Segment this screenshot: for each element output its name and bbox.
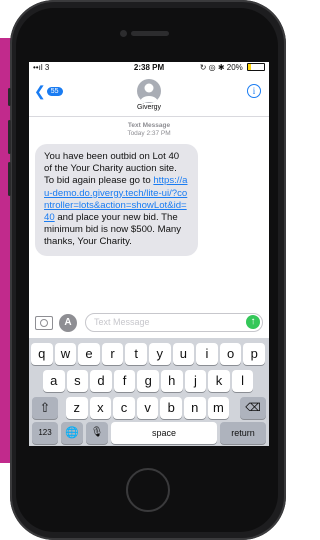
- contact-avatar[interactable]: [137, 79, 161, 103]
- message-composer: A Text Message ↑: [29, 312, 269, 334]
- key-q[interactable]: q: [31, 343, 53, 365]
- key-m[interactable]: m: [207, 397, 230, 419]
- keyboard-row-1: qwertyuiop: [29, 343, 269, 367]
- key-p[interactable]: p: [243, 343, 265, 365]
- key-e[interactable]: e: [78, 343, 100, 365]
- key-f[interactable]: f: [113, 370, 136, 392]
- unread-count-badge: 55: [46, 87, 63, 96]
- key-s[interactable]: s: [66, 370, 89, 392]
- status-indicators: ↻ ◎ ✱ 20%: [200, 63, 265, 72]
- person-icon: [140, 83, 158, 102]
- volume-down-button: [8, 162, 11, 196]
- back-button[interactable]: ❮ 55: [34, 83, 63, 100]
- return-key[interactable]: return: [220, 422, 266, 444]
- front-camera: [120, 30, 127, 37]
- appstore-icon[interactable]: A: [59, 314, 77, 332]
- info-icon[interactable]: i: [247, 84, 261, 98]
- numbers-key[interactable]: 123: [32, 422, 58, 444]
- conversation-header: ❮ 55 Givergy i: [29, 76, 269, 117]
- earpiece-speaker: [131, 31, 169, 36]
- key-u[interactable]: u: [172, 343, 195, 365]
- keyboard-row-4: 123 🌐 🎙 space return: [29, 422, 269, 446]
- home-button[interactable]: [126, 468, 170, 512]
- key-w[interactable]: w: [54, 343, 77, 365]
- key-t[interactable]: t: [125, 343, 147, 365]
- key-r[interactable]: r: [101, 343, 124, 365]
- key-d[interactable]: d: [90, 370, 112, 392]
- message-type-label: Text Message: [127, 122, 171, 129]
- battery-icon: [247, 63, 265, 71]
- key-i[interactable]: i: [196, 343, 218, 365]
- key-b[interactable]: b: [160, 397, 182, 419]
- status-indicator-text: ↻ ◎ ✱ 20%: [199, 63, 243, 72]
- key-y[interactable]: y: [149, 343, 171, 365]
- key-z[interactable]: z: [66, 397, 88, 419]
- key-o[interactable]: o: [219, 343, 242, 365]
- camera-icon[interactable]: [35, 316, 53, 330]
- key-k[interactable]: k: [208, 370, 230, 392]
- keyboard-row-2: asdfghjkl: [29, 370, 269, 394]
- incoming-message-bubble[interactable]: You have been outbid on Lot 40 of the Yo…: [35, 144, 198, 256]
- volume-up-button: [8, 120, 11, 154]
- key-n[interactable]: n: [184, 397, 206, 419]
- keyboard-row-3: ⇧ ⌫ zxcvbnm: [29, 397, 269, 421]
- key-j[interactable]: j: [184, 370, 207, 392]
- messages-screen: ••ıl 3 2:38 PM ↻ ◎ ✱ 20% ❮ 55 Givergy i T…: [29, 62, 269, 446]
- key-g[interactable]: g: [137, 370, 159, 392]
- chevron-left-icon: ❮: [34, 83, 46, 99]
- key-a[interactable]: a: [43, 370, 65, 392]
- backspace-icon[interactable]: ⌫: [240, 397, 266, 419]
- shift-icon[interactable]: ⇧: [32, 397, 58, 419]
- mute-switch: [8, 88, 11, 106]
- send-arrow-icon[interactable]: ↑: [246, 315, 260, 329]
- space-key[interactable]: space: [111, 422, 217, 444]
- key-c[interactable]: c: [113, 397, 135, 419]
- message-text-after: and place your new bid. The minimum bid …: [44, 212, 182, 248]
- message-date: Today 2:37 PM: [127, 130, 171, 137]
- key-l[interactable]: l: [231, 370, 254, 392]
- key-x[interactable]: x: [89, 397, 112, 419]
- message-input[interactable]: Text Message: [85, 313, 263, 332]
- key-v[interactable]: v: [136, 397, 159, 419]
- globe-icon[interactable]: 🌐: [61, 422, 83, 444]
- keyboard: qwertyuiop asdfghjkl ⇧ ⌫ zxcvbnm 123 🌐 🎙…: [29, 338, 269, 446]
- key-h[interactable]: h: [161, 370, 183, 392]
- microphone-icon[interactable]: 🎙: [86, 422, 108, 444]
- status-bar: ••ıl 3 2:38 PM ↻ ◎ ✱ 20%: [29, 62, 269, 74]
- thread-timestamp: Text Message Today 2:37 PM: [29, 122, 269, 138]
- contact-name[interactable]: Givergy: [29, 104, 269, 111]
